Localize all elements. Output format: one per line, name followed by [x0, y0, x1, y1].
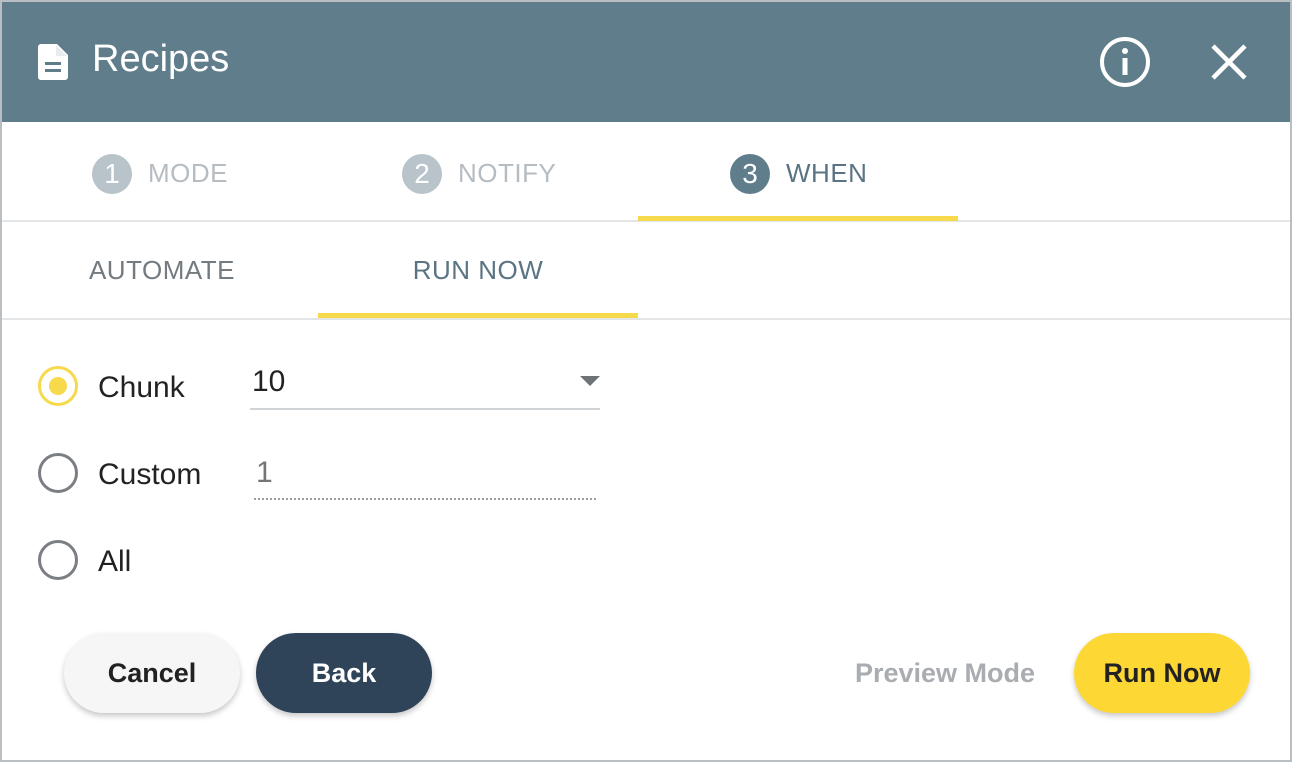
- step-mode[interactable]: 1 MODE: [92, 122, 292, 222]
- chunk-radio[interactable]: [38, 366, 78, 406]
- chunk-size-select[interactable]: 10: [250, 356, 600, 410]
- close-icon[interactable]: [1202, 35, 1256, 89]
- preview-mode-button[interactable]: Preview Mode: [840, 633, 1050, 713]
- active-tab-indicator: [318, 313, 638, 318]
- back-button[interactable]: Back: [256, 633, 432, 713]
- step-when[interactable]: 3 WHEN: [730, 122, 930, 222]
- chunk-label: Chunk: [98, 371, 185, 404]
- run-now-button[interactable]: Run Now: [1074, 633, 1250, 713]
- cancel-button[interactable]: Cancel: [64, 633, 240, 713]
- step-notify[interactable]: 2 NOTIFY: [402, 122, 622, 222]
- step-label: MODE: [148, 158, 228, 188]
- info-icon[interactable]: [1098, 35, 1152, 89]
- all-label: All: [98, 545, 132, 578]
- step-label: NOTIFY: [458, 158, 557, 188]
- active-step-indicator: [638, 216, 958, 221]
- tab-bar: AUTOMATE RUN NOW: [2, 222, 1290, 320]
- recipes-dialog: Recipes 1 MODE 2 NOTIFY 3 WHEN AUTOMATE …: [0, 0, 1292, 762]
- tab-automate[interactable]: AUTOMATE: [2, 222, 322, 318]
- step-number: 1: [92, 154, 132, 194]
- chunk-size-value: 10: [252, 365, 286, 398]
- chevron-down-icon: [580, 376, 600, 386]
- step-number: 2: [402, 154, 442, 194]
- document-icon: [38, 44, 68, 80]
- custom-count-input[interactable]: [254, 448, 596, 500]
- stepper: 1 MODE 2 NOTIFY 3 WHEN: [2, 122, 1290, 222]
- dialog-title: Recipes: [92, 38, 230, 80]
- step-number: 3: [730, 154, 770, 194]
- all-radio[interactable]: [38, 540, 78, 580]
- step-label: WHEN: [786, 158, 868, 188]
- custom-radio[interactable]: [38, 453, 78, 493]
- dialog-header: Recipes: [2, 2, 1290, 122]
- tab-run-now[interactable]: RUN NOW: [318, 222, 638, 318]
- custom-label: Custom: [98, 458, 202, 491]
